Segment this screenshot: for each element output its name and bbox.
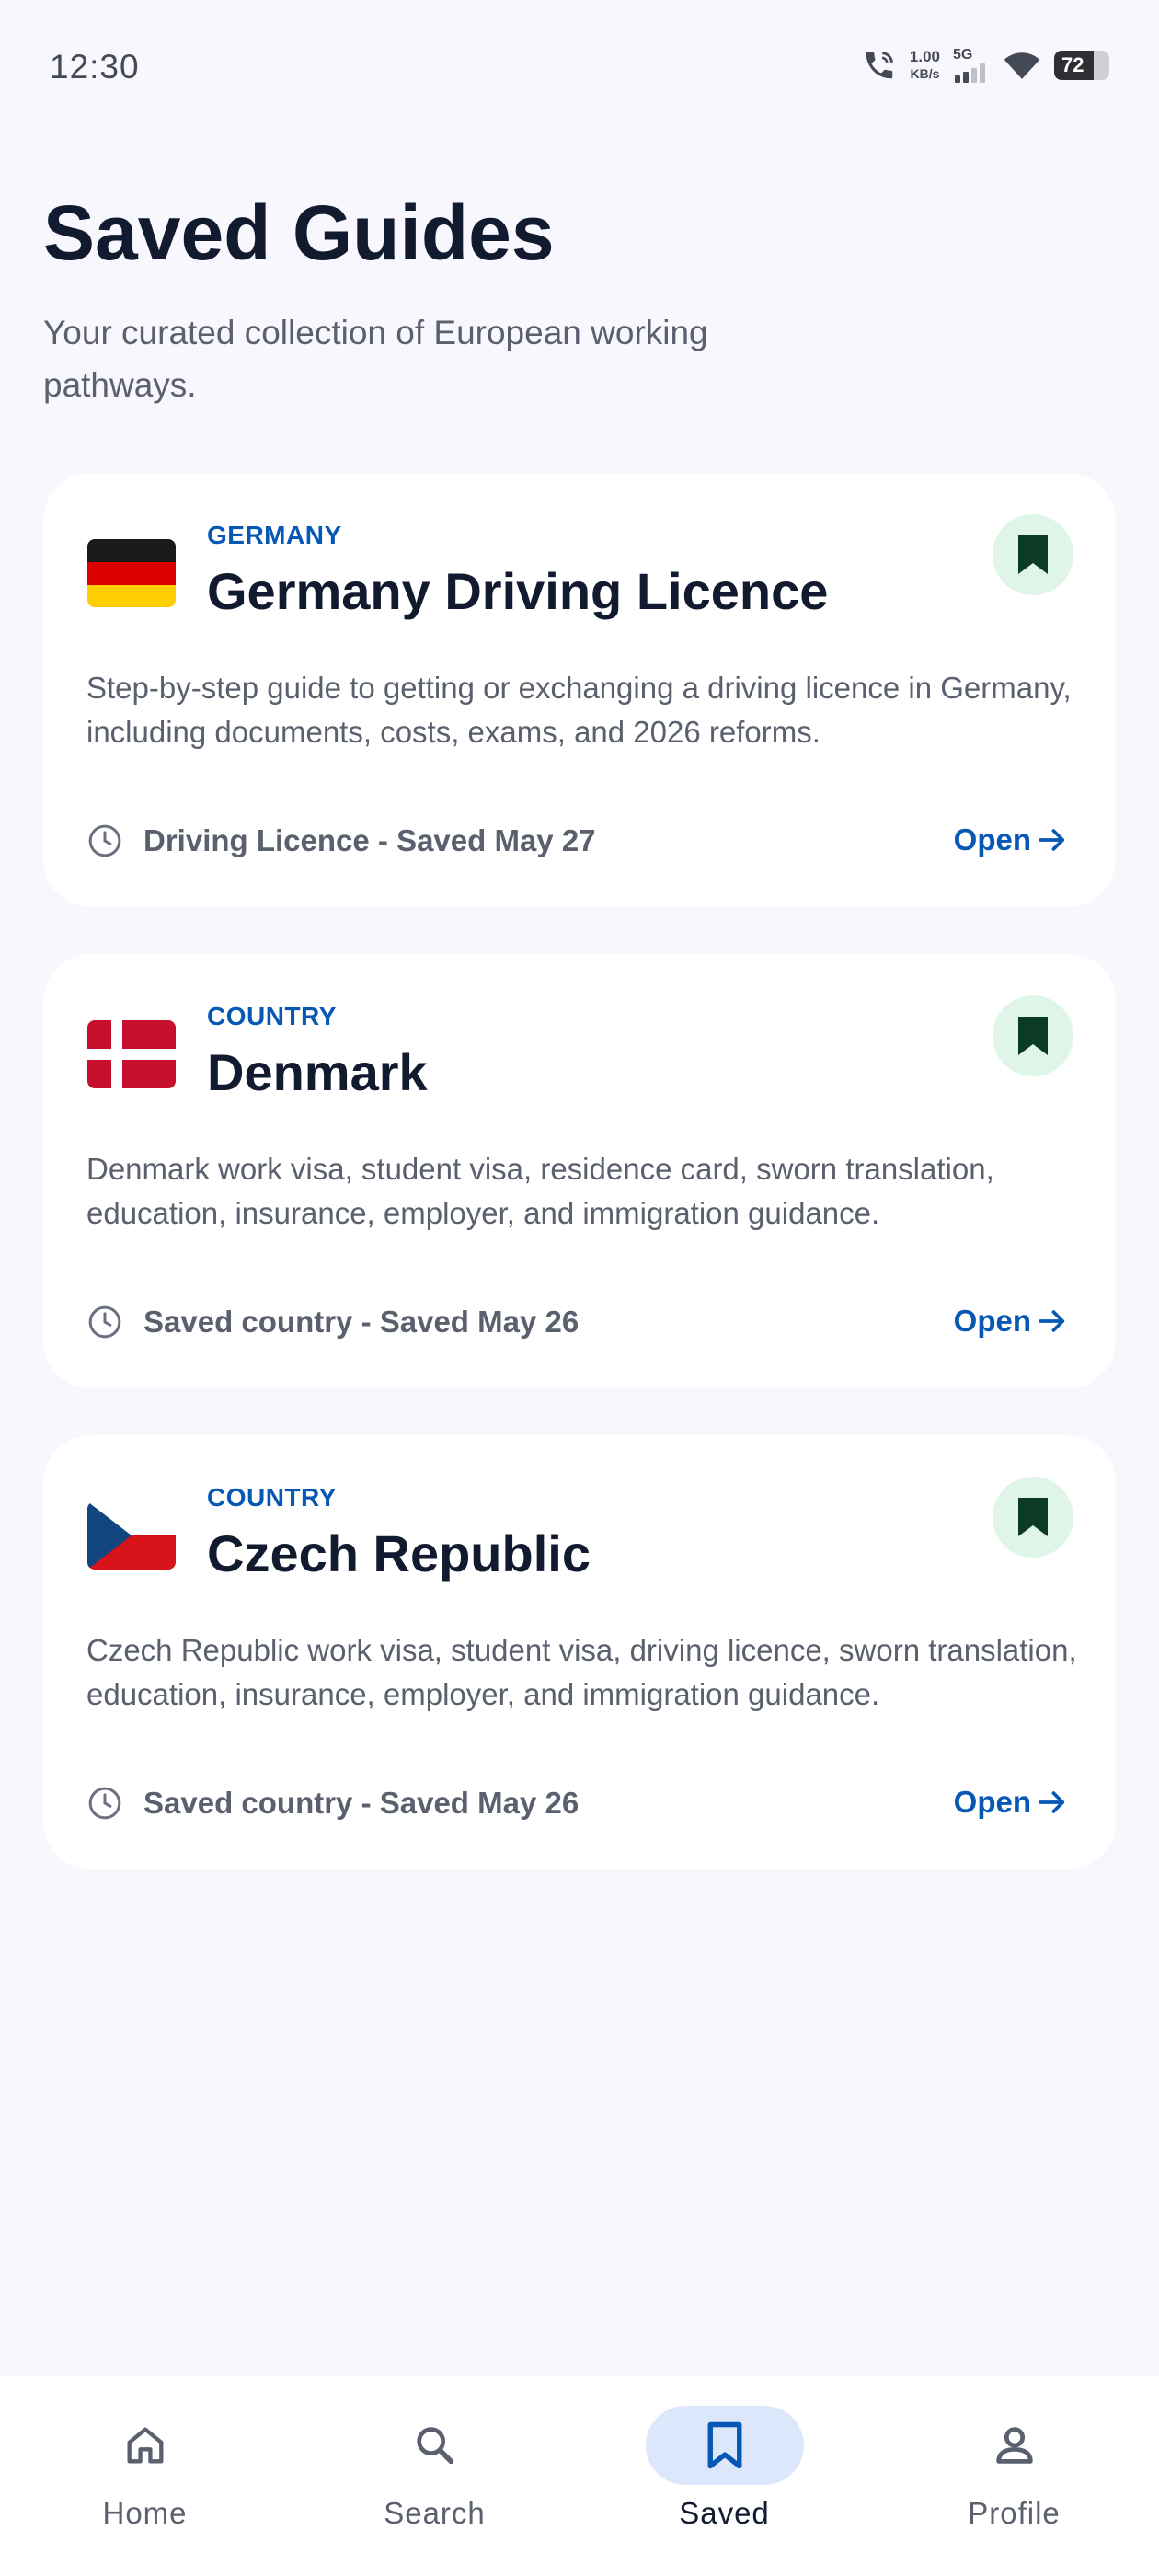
card-category: COUNTRY [207,1483,337,1512]
nav-label: Home [102,2496,188,2530]
clock-icon [88,824,121,857]
bookmark-button[interactable] [993,514,1073,595]
status-time: 12:30 [50,48,140,86]
card-title: Denmark [207,1043,428,1101]
battery-icon: 72 [1054,51,1109,80]
denmark-flag [87,1020,176,1088]
bookmark-filled-icon [1018,1017,1048,1055]
nav-label: Search [384,2496,486,2530]
card-meta: Saved country - Saved May 26 [86,1785,579,1822]
clock-icon [88,1305,121,1339]
open-button[interactable]: Open [954,1304,1068,1339]
czech-republic-flag [87,1501,176,1570]
nav-item-search[interactable]: Search [290,2376,580,2576]
clock-icon [88,1787,121,1820]
signal-bars-icon [953,63,990,83]
network-speed-unit: KB/s [910,66,940,81]
network-speed: 1.00 KB/s [910,48,940,83]
page-subtitle: Your curated collection of European work… [43,314,708,404]
card-category: COUNTRY [207,1002,337,1030]
status-bar: 12:30 1.00 KB/s 5G 72 [0,0,1159,138]
nav-pill [66,2406,224,2485]
bookmark-icon [707,2421,741,2469]
bookmark-filled-icon [1018,1498,1048,1536]
arrow-right-icon [1039,1791,1065,1813]
cellular-signal: 5G [953,48,990,83]
card-description: Denmark work visa, student visa, residen… [86,1152,994,1230]
card-meta: Driving Licence - Saved May 27 [86,822,596,859]
home-icon [127,2427,163,2464]
card-category: GERMANY [207,521,342,549]
bottom-navigation: Home Search Saved Profile [0,2376,1159,2576]
card-title: Germany Driving Licence [207,562,829,620]
status-icons: 1.00 KB/s 5G 72 [862,48,1109,83]
nav-item-saved[interactable]: Saved [580,2376,869,2576]
germany-flag [87,539,176,607]
nav-pill [935,2406,1094,2485]
nav-item-home[interactable]: Home [0,2376,290,2576]
network-type: 5G [953,47,973,63]
nav-label: Saved [679,2496,770,2530]
nav-pill-active [645,2406,804,2485]
person-icon [995,2427,1033,2464]
saved-guides-screen: 12:30 1.00 KB/s 5G 72 Saved Guides Your … [0,0,1159,2576]
nav-label: Profile [968,2496,1061,2530]
page-title: Saved Guides [43,190,555,276]
open-label: Open [953,822,1031,857]
bookmark-filled-icon [1018,535,1048,574]
card-description: Czech Republic work visa, student visa, … [86,1633,1077,1711]
search-icon [416,2427,453,2465]
card-meta-text: Driving Licence - Saved May 27 [143,823,596,857]
card-description: Step-by-step guide to getting or exchang… [86,671,1072,749]
open-label: Open [953,1304,1031,1338]
guide-card-czech-republic[interactable]: COUNTRY Czech Republic Czech Republic wo… [43,1435,1116,1869]
open-button[interactable]: Open [954,822,1068,857]
arrow-right-icon [1039,1310,1065,1332]
open-button[interactable]: Open [954,1785,1068,1820]
arrow-right-icon [1039,829,1065,851]
wifi-calling-icon [862,48,897,83]
battery-percent: 72 [1061,53,1084,76]
card-meta-text: Saved country - Saved May 26 [143,1786,580,1820]
bookmark-button[interactable] [993,1477,1073,1558]
bookmark-button[interactable] [993,995,1073,1076]
nav-pill [356,2406,514,2485]
network-speed-value: 1.00 [909,48,940,65]
card-meta-text: Saved country - Saved May 26 [143,1305,580,1339]
guide-card-denmark[interactable]: COUNTRY Denmark Denmark work visa, stude… [43,954,1116,1388]
card-meta: Saved country - Saved May 26 [86,1304,579,1340]
wifi-icon [1003,49,1041,82]
open-label: Open [953,1785,1031,1819]
card-title: Czech Republic [207,1524,591,1582]
guide-card-germany-driving-licence[interactable]: GERMANY Germany Driving Licence Step-by-… [43,473,1116,907]
nav-item-profile[interactable]: Profile [869,2376,1159,2576]
